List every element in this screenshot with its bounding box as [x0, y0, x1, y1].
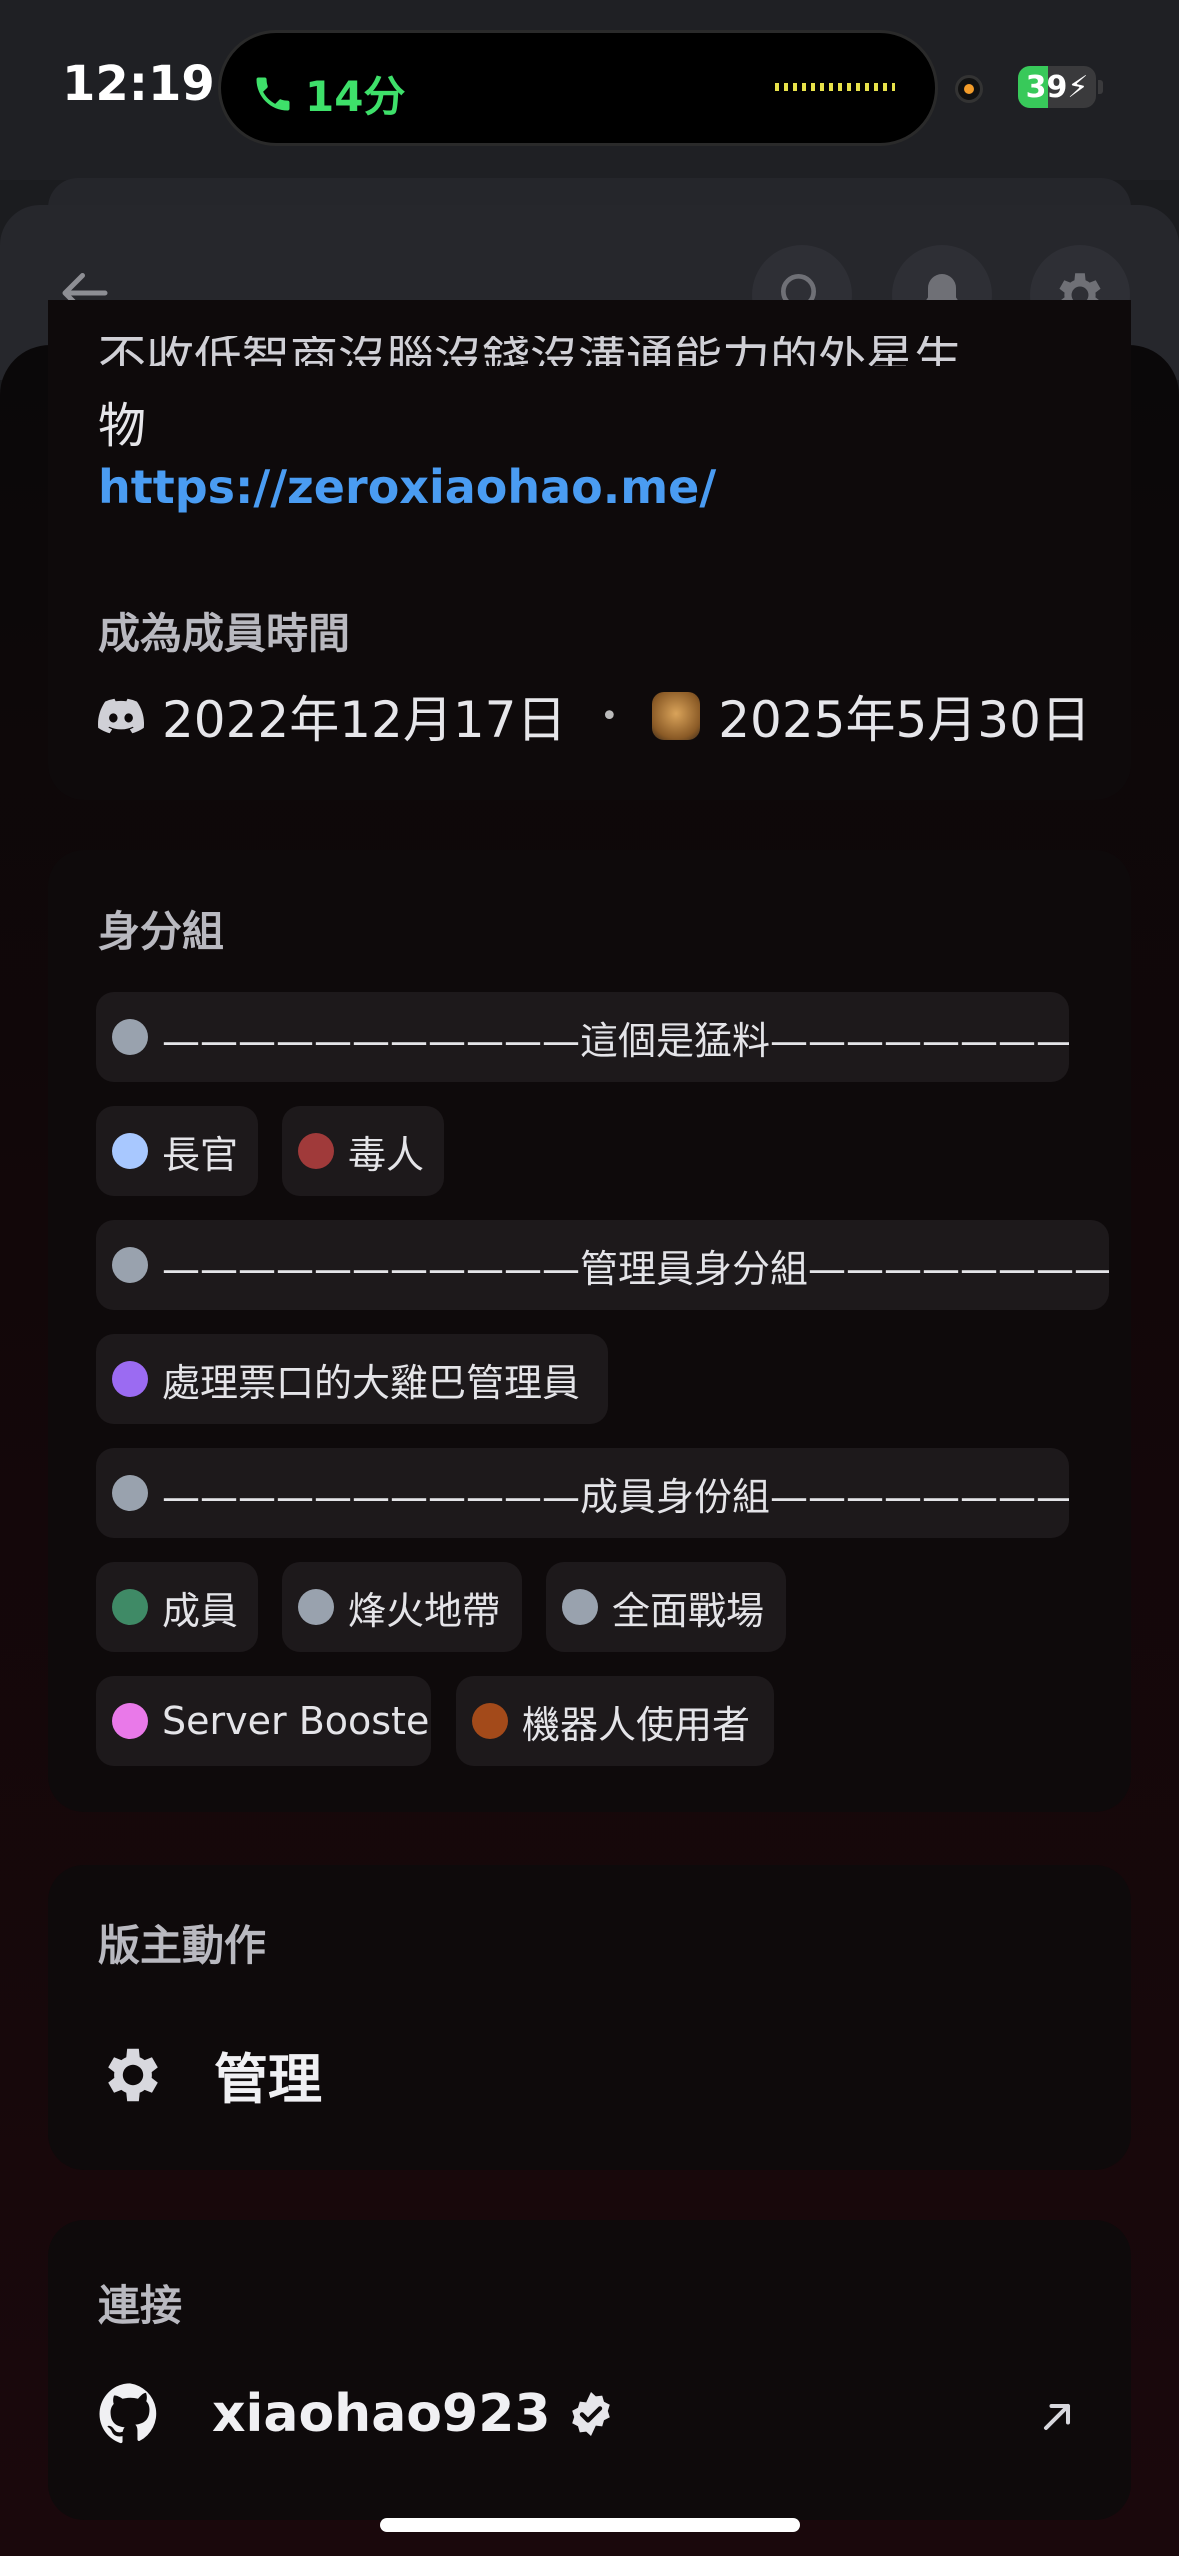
role-label: ———————————管理員身分組——————————— [162, 1246, 1109, 1291]
role-color-dot [112, 1703, 148, 1739]
battery-tip [1098, 80, 1103, 94]
role-tag[interactable]: Server Booster [96, 1676, 431, 1766]
discord-icon [98, 698, 144, 734]
role-label: ———————————成員身份組——————————— [162, 1474, 1069, 1519]
role-color-dot [112, 1247, 148, 1283]
role-color-dot [112, 1019, 148, 1055]
discord-joined-date: 2022年12月17日 [162, 691, 567, 749]
member-since-title: 成為成員時間 [98, 609, 351, 658]
manage-label: 管理 [214, 2048, 322, 2111]
github-icon [99, 2383, 157, 2444]
role-color-dot [112, 1475, 148, 1511]
audio-waveform [775, 83, 895, 91]
privacy-indicator [955, 75, 983, 103]
role-label: 長官 [162, 1132, 239, 1177]
server-joined-date: 2025年5月30日 [718, 691, 1091, 749]
call-duration: 14分 [305, 72, 406, 121]
status-time: 12:19 [62, 56, 215, 112]
role-tag[interactable]: 全面戰場 [546, 1562, 786, 1652]
role-color-dot [472, 1703, 508, 1739]
battery-indicator: 39 ⚡ [1018, 66, 1096, 108]
role-label: 處理票口的大雞巴管理員 [162, 1360, 581, 1405]
call-indicator[interactable]: 14分 [251, 63, 405, 124]
role-tag[interactable]: 毒人 [282, 1106, 444, 1196]
website-link[interactable]: https://zeroxiaohao.me/ [98, 460, 716, 514]
separator-dot: • [600, 698, 619, 734]
external-link-icon[interactable] [1035, 2395, 1079, 2439]
role-label: 烽火地帶 [348, 1588, 501, 1633]
role-label: 毒人 [348, 1132, 425, 1177]
role-label: Server Booster [162, 1699, 431, 1743]
phone-icon [256, 77, 290, 110]
bio-text-line2: 物 [98, 398, 147, 454]
moderator-actions-card [48, 1865, 1131, 2170]
github-connection[interactable]: xiaohao923 [98, 2382, 615, 2446]
connections-card [48, 2220, 1131, 2520]
verified-icon [571, 2392, 610, 2436]
role-tag[interactable]: 處理票口的大雞巴管理員 [96, 1334, 608, 1424]
role-color-dot [298, 1589, 334, 1625]
role-tag[interactable]: 烽火地帶 [282, 1562, 522, 1652]
connections-title: 連接 [98, 2281, 183, 2330]
role-label: 機器人使用者 [522, 1702, 751, 1747]
server-icon [652, 692, 701, 740]
role-tag[interactable]: ———————————這個是猛料——————————— [96, 992, 1069, 1082]
status-bar: 12:19 14分 39 ⚡ [0, 0, 1179, 180]
role-color-dot [112, 1589, 148, 1625]
role-tag[interactable]: ———————————成員身份組——————————— [96, 1448, 1069, 1538]
role-label: 全面戰場 [612, 1588, 765, 1633]
roles-title: 身分組 [98, 907, 225, 956]
home-indicator[interactable] [380, 2518, 800, 2532]
battery-level: 39 ⚡ [1025, 69, 1089, 105]
role-color-dot [298, 1133, 334, 1169]
role-tag[interactable]: 成員 [96, 1562, 258, 1652]
gear-icon [108, 2048, 158, 2101]
moderator-actions-title: 版主動作 [98, 1921, 267, 1970]
role-color-dot [112, 1133, 148, 1169]
manage-button[interactable]: 管理 [98, 2035, 322, 2114]
dynamic-island[interactable]: 14分 [218, 30, 938, 146]
role-color-dot [562, 1589, 598, 1625]
role-tag[interactable]: 機器人使用者 [456, 1676, 774, 1766]
member-since-row: 2022年12月17日 • 2025年5月30日 [98, 680, 1091, 752]
role-tag[interactable]: 長官 [96, 1106, 258, 1196]
role-label: ———————————這個是猛料——————————— [162, 1018, 1069, 1063]
role-color-dot [112, 1361, 148, 1397]
github-username: xiaohao923 [212, 2384, 551, 2444]
role-label: 成員 [162, 1588, 239, 1633]
role-tag[interactable]: ———————————管理員身分組——————————— [96, 1220, 1109, 1310]
